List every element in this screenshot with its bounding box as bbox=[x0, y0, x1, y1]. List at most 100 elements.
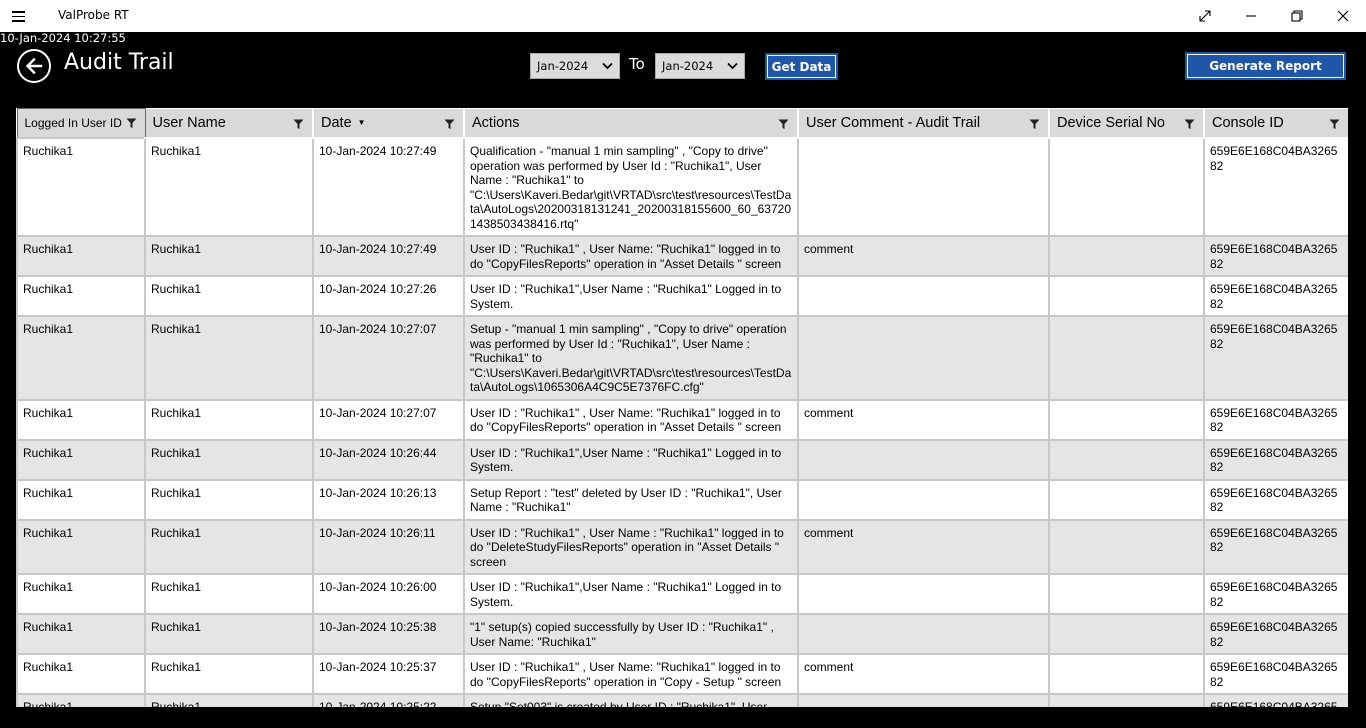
grid-body: Ruchika1 Ruchika1 10-Jan-2024 10:27:49 Qual… bbox=[16, 137, 1348, 707]
cell-device-serial-no bbox=[1048, 137, 1205, 237]
table-row[interactable]: Ruchika1 Ruchika1 10-Jan-2024 10:25:22 Set… bbox=[16, 693, 1348, 707]
cell-date: 10-Jan-2024 10:26:13 bbox=[312, 478, 465, 521]
expand-icon[interactable] bbox=[1182, 0, 1228, 32]
cell-date: 10-Jan-2024 10:25:37 bbox=[312, 653, 465, 695]
table-row[interactable]: Ruchika1 Ruchika1 10-Jan-2024 10:26:00 User… bbox=[16, 573, 1348, 615]
audit-trail-grid[interactable]: Logged In User ID User Name Date ▼ Actions Us… bbox=[16, 108, 1348, 707]
cell-console-id: 659E6E168C04BA326582 bbox=[1203, 137, 1348, 237]
cell-user-comment bbox=[797, 478, 1050, 521]
cell-actions: User ID : "Ruchika1" , User Name : "Ruch… bbox=[463, 518, 799, 575]
cell-user-comment bbox=[797, 275, 1050, 317]
table-row[interactable]: Ruchika1 Ruchika1 10-Jan-2024 10:27:49 User… bbox=[16, 235, 1348, 277]
column-header-label: Logged In User ID bbox=[24, 116, 122, 130]
column-header-user-comment[interactable]: User Comment - Audit Trail bbox=[798, 108, 1050, 139]
funnel-filter-icon[interactable] bbox=[1029, 118, 1040, 134]
back-button[interactable] bbox=[17, 49, 51, 83]
table-row[interactable]: Ruchika1 Ruchika1 10-Jan-2024 10:26:13 Setu… bbox=[16, 478, 1348, 521]
page-title: Audit Trail bbox=[64, 50, 174, 75]
cell-user-name: Ruchika1 bbox=[144, 613, 314, 655]
cell-date: 10-Jan-2024 10:26:44 bbox=[312, 438, 465, 481]
close-icon[interactable] bbox=[1320, 0, 1366, 32]
cell-logged-in-user-id: Ruchika1 bbox=[16, 478, 146, 521]
table-row[interactable]: Ruchika1 Ruchika1 10-Jan-2024 10:27:49 Qual… bbox=[16, 137, 1348, 237]
cell-device-serial-no bbox=[1048, 518, 1205, 575]
table-row[interactable]: Ruchika1 Ruchika1 10-Jan-2024 10:26:44 User… bbox=[16, 438, 1348, 481]
chevron-down-icon bbox=[727, 62, 738, 70]
get-data-button[interactable]: Get Data bbox=[765, 53, 838, 80]
cell-device-serial-no bbox=[1048, 478, 1205, 521]
cell-console-id: 659E6E168C04BA326582 bbox=[1203, 693, 1348, 707]
table-row[interactable]: Ruchika1 Ruchika1 10-Jan-2024 10:27:07 Setu… bbox=[16, 315, 1348, 401]
cell-console-id: 659E6E168C04BA326582 bbox=[1203, 478, 1348, 521]
table-row[interactable]: Ruchika1 Ruchika1 10-Jan-2024 10:25:38 "1" … bbox=[16, 613, 1348, 655]
cell-logged-in-user-id: Ruchika1 bbox=[16, 438, 146, 481]
table-row[interactable]: Ruchika1 Ruchika1 10-Jan-2024 10:27:26 User… bbox=[16, 275, 1348, 317]
cell-actions: Setup - "manual 1 min sampling" , "Copy … bbox=[463, 315, 799, 401]
to-month-select[interactable]: Jan-2024 bbox=[655, 53, 745, 79]
cell-console-id: 659E6E168C04BA326582 bbox=[1203, 573, 1348, 615]
cell-device-serial-no bbox=[1048, 653, 1205, 695]
funnel-filter-icon[interactable] bbox=[126, 118, 137, 132]
cell-logged-in-user-id: Ruchika1 bbox=[16, 315, 146, 401]
cell-console-id: 659E6E168C04BA326582 bbox=[1203, 613, 1348, 655]
cell-date: 10-Jan-2024 10:25:38 bbox=[312, 613, 465, 655]
column-header-date[interactable]: Date ▼ bbox=[313, 108, 465, 139]
cell-date: 10-Jan-2024 10:25:22 bbox=[312, 693, 465, 707]
cell-user-comment bbox=[797, 573, 1050, 615]
funnel-filter-icon[interactable] bbox=[1329, 118, 1340, 134]
column-header-actions[interactable]: Actions bbox=[464, 108, 799, 139]
column-header-logged-in-user-id[interactable]: Logged In User ID bbox=[16, 108, 146, 139]
generate-report-button[interactable]: Generate Report bbox=[1185, 52, 1346, 80]
minimize-icon[interactable] bbox=[1228, 0, 1274, 32]
cell-user-name: Ruchika1 bbox=[144, 438, 314, 481]
funnel-filter-icon[interactable] bbox=[778, 118, 789, 134]
cell-device-serial-no bbox=[1048, 315, 1205, 401]
cell-user-comment bbox=[797, 315, 1050, 401]
from-month-select[interactable]: Jan-2024 bbox=[530, 53, 620, 79]
cell-device-serial-no bbox=[1048, 235, 1205, 277]
column-header-device-serial-no[interactable]: Device Serial No bbox=[1049, 108, 1205, 139]
column-header-label: User Comment - Audit Trail bbox=[806, 114, 981, 131]
cell-user-comment bbox=[797, 693, 1050, 707]
table-row[interactable]: Ruchika1 Ruchika1 10-Jan-2024 10:26:11 User… bbox=[16, 518, 1348, 575]
cell-console-id: 659E6E168C04BA326582 bbox=[1203, 315, 1348, 401]
column-header-user-name[interactable]: User Name bbox=[145, 108, 314, 139]
cell-user-name: Ruchika1 bbox=[144, 315, 314, 401]
cell-console-id: 659E6E168C04BA326582 bbox=[1203, 438, 1348, 481]
hamburger-menu-icon[interactable] bbox=[12, 8, 34, 24]
sort-descending-icon[interactable]: ▼ bbox=[358, 118, 366, 127]
cell-actions: User ID : "Ruchika1" , User Name: "Ruchi… bbox=[463, 398, 799, 441]
cell-user-comment: comment bbox=[797, 235, 1050, 277]
cell-user-name: Ruchika1 bbox=[144, 235, 314, 277]
cell-actions: Setup "Set003" is created by User ID : "… bbox=[463, 693, 799, 707]
cell-actions: Setup Report : "test" deleted by User ID… bbox=[463, 478, 799, 521]
current-timestamp: 10-Jan-2024 10:27:55 bbox=[0, 31, 126, 45]
cell-console-id: 659E6E168C04BA326582 bbox=[1203, 398, 1348, 441]
cell-date: 10-Jan-2024 10:27:07 bbox=[312, 315, 465, 401]
cell-user-comment bbox=[797, 137, 1050, 237]
table-row[interactable]: Ruchika1 Ruchika1 10-Jan-2024 10:27:07 User… bbox=[16, 398, 1348, 441]
cell-logged-in-user-id: Ruchika1 bbox=[16, 235, 146, 277]
funnel-filter-icon[interactable] bbox=[1184, 118, 1195, 134]
cell-user-name: Ruchika1 bbox=[144, 653, 314, 695]
app-title: ValProbe RT bbox=[58, 8, 129, 22]
table-row[interactable]: Ruchika1 Ruchika1 10-Jan-2024 10:25:37 User… bbox=[16, 653, 1348, 695]
column-header-label: Date bbox=[321, 114, 352, 131]
column-header-label: User Name bbox=[152, 114, 226, 131]
funnel-filter-icon[interactable] bbox=[293, 118, 304, 134]
cell-user-name: Ruchika1 bbox=[144, 275, 314, 317]
funnel-filter-icon[interactable] bbox=[444, 118, 455, 134]
title-bar: ValProbe RT bbox=[0, 0, 1366, 32]
cell-console-id: 659E6E168C04BA326582 bbox=[1203, 653, 1348, 695]
cell-device-serial-no bbox=[1048, 613, 1205, 655]
cell-logged-in-user-id: Ruchika1 bbox=[16, 653, 146, 695]
cell-date: 10-Jan-2024 10:27:07 bbox=[312, 398, 465, 441]
restore-icon[interactable] bbox=[1274, 0, 1320, 32]
column-header-console-id[interactable]: Console ID bbox=[1204, 108, 1348, 139]
cell-actions: User ID : "Ruchika1",User Name : "Ruchik… bbox=[463, 275, 799, 317]
cell-date: 10-Jan-2024 10:27:49 bbox=[312, 235, 465, 277]
cell-user-name: Ruchika1 bbox=[144, 518, 314, 575]
cell-actions: User ID : "Ruchika1" , User Name: "Ruchi… bbox=[463, 653, 799, 695]
cell-user-comment: comment bbox=[797, 653, 1050, 695]
cell-device-serial-no bbox=[1048, 275, 1205, 317]
